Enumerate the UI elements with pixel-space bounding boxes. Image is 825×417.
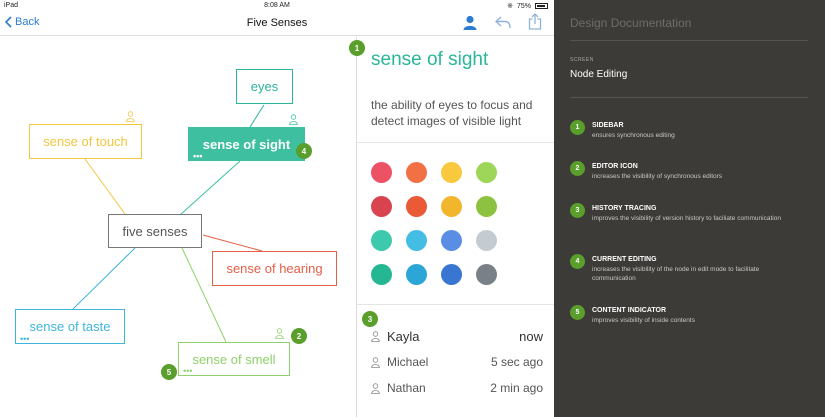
doc-badge: 2	[570, 161, 585, 176]
connector-taste	[72, 247, 136, 310]
doc-desc: improves visibility of inside contents	[592, 317, 695, 324]
clock: 8:08 AM	[264, 2, 290, 9]
color-swatch[interactable]	[406, 264, 427, 285]
share-icon[interactable]	[528, 13, 542, 30]
node-label: five senses	[122, 223, 188, 239]
color-swatch[interactable]	[476, 196, 497, 217]
history-item[interactable]: Kayla now	[371, 327, 543, 345]
doc-heading: EDITOR ICON	[592, 163, 638, 170]
color-swatch[interactable]	[406, 230, 427, 251]
color-swatch[interactable]	[476, 264, 497, 285]
doc-heading: CURRENT EDITING	[592, 256, 657, 263]
doc-badge: 4	[570, 254, 585, 269]
node-label: eyes	[250, 79, 279, 94]
color-swatch[interactable]	[406, 162, 427, 183]
history-time: now	[519, 328, 543, 344]
annotation-badge-3: 3	[362, 311, 378, 327]
user-outline-icon	[371, 382, 380, 394]
doc-badge: 1	[570, 120, 585, 135]
node-label: sense of hearing	[226, 261, 323, 276]
annotation-badge-5: 5	[161, 364, 177, 380]
node-five-senses[interactable]: five senses	[108, 214, 202, 248]
history-item[interactable]: Nathan 2 min ago	[371, 379, 543, 397]
color-swatch[interactable]	[371, 162, 392, 183]
ipad-screen: iPad 8:08 AM ※ 75% Back Five Senses eyes…	[0, 0, 555, 417]
node-label: sense of taste	[29, 319, 111, 334]
content-indicator-dots: •••	[20, 334, 30, 344]
user-icon[interactable]	[463, 15, 477, 30]
connector-sight	[179, 160, 241, 216]
node-label: sense of sight	[202, 136, 291, 152]
status-bar: iPad 8:08 AM ※ 75%	[0, 0, 554, 12]
color-swatch[interactable]	[406, 196, 427, 217]
node-eyes[interactable]: eyes	[236, 69, 293, 104]
divider	[357, 142, 555, 143]
detail-title[interactable]: sense of sight	[371, 49, 488, 71]
color-swatch[interactable]	[441, 264, 462, 285]
battery-percent: 75%	[516, 2, 531, 10]
bluetooth-icon: ※	[507, 3, 513, 10]
user-outline-icon	[371, 356, 380, 368]
doc-badge: 5	[570, 305, 585, 320]
history-item[interactable]: Michael 5 sec ago	[371, 353, 543, 371]
color-swatch[interactable]	[371, 230, 392, 251]
connector-hearing	[202, 234, 263, 252]
color-swatch[interactable]	[476, 162, 497, 183]
divider	[570, 40, 808, 41]
battery-icon	[535, 3, 548, 9]
content-indicator-dots: •••	[183, 366, 193, 376]
screen-label: SCREEN	[570, 57, 594, 63]
doc-heading: HISTORY TRACING	[592, 205, 657, 212]
doc-title: Design Documentation	[570, 16, 692, 30]
history-user: Michael	[387, 355, 429, 369]
history-user: Kayla	[387, 328, 420, 344]
color-swatch[interactable]	[371, 196, 392, 217]
divider	[570, 97, 808, 98]
node-label: sense of smell	[192, 351, 276, 367]
nav-bar: Back Five Senses	[0, 12, 554, 36]
color-swatch[interactable]	[476, 230, 497, 251]
annotation-badge-4: 4	[296, 143, 312, 159]
node-sense-of-sight[interactable]: sense of sight •••	[188, 127, 305, 161]
node-sense-of-hearing[interactable]: sense of hearing	[212, 251, 337, 286]
design-documentation-panel: Design Documentation SCREEN Node Editing…	[554, 0, 825, 417]
undo-icon[interactable]	[495, 16, 511, 29]
doc-heading: CONTENT INDICATOR	[592, 307, 667, 314]
color-swatch[interactable]	[441, 162, 462, 183]
user-outline-icon	[371, 330, 380, 342]
node-detail-sidebar: 1 sense of sight the ability of eyes to …	[349, 37, 555, 417]
color-swatch[interactable]	[371, 264, 392, 285]
editor-user-icon	[275, 328, 284, 339]
annotation-badge-2: 2	[291, 328, 307, 344]
editor-user-icon	[126, 111, 135, 122]
node-sense-of-taste[interactable]: sense of taste •••	[15, 309, 125, 344]
connector-touch	[84, 158, 126, 215]
screen-value: Node Editing	[570, 69, 628, 80]
node-label: sense of touch	[43, 134, 128, 149]
doc-desc: ensures synchronous editing	[592, 132, 675, 139]
mind-map-canvas[interactable]: eyes sense of sight ••• 4 sense of touch…	[0, 37, 356, 417]
doc-badge: 3	[570, 203, 585, 218]
annotation-badge-1: 1	[349, 40, 365, 56]
content-indicator-dots: •••	[193, 151, 203, 161]
doc-desc: increases the visibility of synchronous …	[592, 173, 723, 180]
divider	[357, 304, 555, 305]
doc-desc: improves the visibility of version histo…	[592, 215, 781, 222]
color-swatch[interactable]	[441, 196, 462, 217]
status-right: ※ 75%	[507, 2, 548, 10]
editor-user-icon	[289, 114, 298, 125]
history-time: 5 sec ago	[490, 355, 543, 369]
node-sense-of-touch[interactable]: sense of touch	[29, 124, 142, 159]
detail-description[interactable]: the ability of eyes to focus and detect …	[371, 97, 551, 129]
doc-heading: SIDEBAR	[592, 122, 624, 129]
color-swatch[interactable]	[441, 230, 462, 251]
history-time: 2 min ago	[490, 381, 543, 395]
history-user: Nathan	[387, 381, 426, 395]
connector-eyes	[249, 104, 265, 128]
doc-desc: increases the visibility of the node in …	[592, 266, 760, 282]
node-sense-of-smell[interactable]: sense of smell •••	[178, 342, 290, 376]
